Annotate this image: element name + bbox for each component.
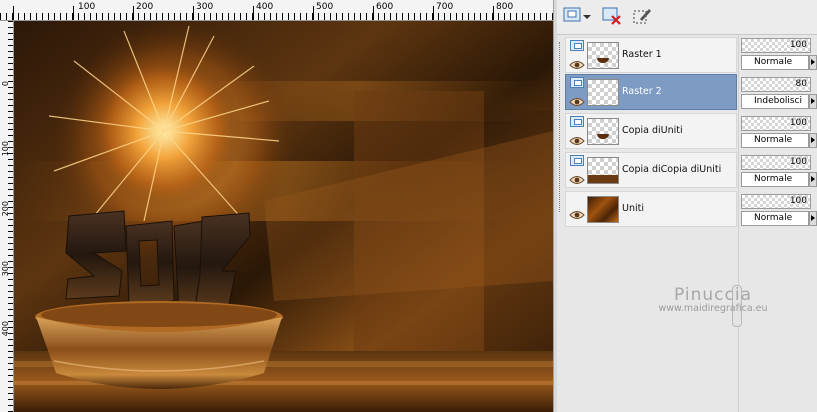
- opacity-value: 80: [795, 79, 807, 89]
- new-layer-icon[interactable]: [562, 5, 584, 27]
- layer-name: Copia diUniti: [622, 125, 683, 136]
- blend-mode-select[interactable]: Normale: [741, 172, 809, 187]
- blend-mode-select[interactable]: Normale: [741, 55, 809, 70]
- edit-icon[interactable]: [631, 5, 653, 27]
- dropdown-arrow-icon[interactable]: [809, 172, 817, 187]
- layer-row-raster-1[interactable]: Raster 1: [565, 37, 737, 73]
- blend-mode-select[interactable]: Normale: [741, 211, 809, 226]
- dropdown-arrow-icon[interactable]: [809, 211, 817, 226]
- layer-props-uniti: 100 Normale: [741, 194, 817, 230]
- ruler-label: 200: [1, 201, 10, 217]
- canvas-artwork[interactable]: [14, 21, 553, 412]
- layer-name: Uniti: [622, 203, 644, 214]
- layers-palette: Raster 1 Raster 2 Copia diUniti Copia di…: [557, 0, 817, 412]
- ruler-label: 0: [1, 81, 10, 87]
- artwork-illustration: [14, 21, 553, 412]
- layer-name: Raster 1: [622, 49, 662, 60]
- ruler-label: 600: [376, 2, 394, 12]
- opacity-slider[interactable]: 100: [741, 38, 811, 53]
- eye-icon[interactable]: [569, 55, 585, 69]
- opacity-value: 100: [789, 157, 807, 167]
- layer-type-icon: [570, 40, 584, 51]
- chevron-down-icon[interactable]: [582, 5, 592, 27]
- layer-row-copia-dicopia-diuniti[interactable]: Copia diCopia diUniti: [565, 152, 737, 188]
- eye-icon[interactable]: [569, 170, 585, 184]
- ground-strip: [588, 175, 618, 183]
- eye-icon[interactable]: [569, 131, 585, 145]
- ruler-label: 300: [1, 261, 10, 277]
- layer-props-raster-2: 80 Indebolisci: [741, 77, 817, 113]
- blend-mode-value: Normale: [754, 213, 793, 223]
- layer-thumbnail: [587, 79, 619, 106]
- layer-properties-column: 100 Normale 80 Indebolisci 100 Normale 1…: [738, 35, 817, 412]
- layer-type-icon: [570, 77, 584, 88]
- ruler-label: 400: [256, 2, 274, 12]
- layer-props-copia-dicopia-diuniti: 100 Normale: [741, 155, 817, 191]
- ruler-label: 800: [496, 2, 514, 12]
- dropdown-arrow-icon[interactable]: [809, 55, 817, 70]
- dropdown-arrow-icon[interactable]: [809, 133, 817, 148]
- blend-mode-select[interactable]: Indebolisci: [741, 94, 809, 109]
- opacity-slider[interactable]: 100: [741, 116, 811, 131]
- vertical-ruler: 0 100 200 300 400: [0, 21, 14, 412]
- ruler-label: 100: [1, 141, 10, 157]
- delete-layer-icon[interactable]: [601, 5, 623, 27]
- blend-mode-value: Normale: [754, 57, 793, 67]
- year-digits: [65, 210, 251, 314]
- ruler-label: 100: [78, 2, 96, 12]
- layer-name: Raster 2: [622, 86, 662, 97]
- ruler-label: 700: [436, 2, 454, 12]
- cup-icon: [597, 58, 609, 63]
- eye-icon[interactable]: [569, 92, 585, 106]
- layer-thumbnail: [587, 196, 619, 223]
- layer-props-copia-diuniti: 100 Normale: [741, 116, 817, 152]
- dropdown-arrow-icon[interactable]: [809, 94, 817, 109]
- blend-mode-value: Indebolisci: [754, 96, 802, 106]
- opacity-value: 100: [789, 196, 807, 206]
- layer-type-icon: [570, 155, 584, 166]
- ruler-label: 200: [136, 2, 154, 12]
- ruler-ticks: [8, 21, 13, 412]
- blend-mode-value: Normale: [754, 135, 793, 145]
- ruler-label: 400: [1, 321, 10, 337]
- watermark-url: www.maidiregrafica.eu: [658, 303, 768, 314]
- opacity-slider[interactable]: 100: [741, 194, 811, 209]
- layer-thumbnail: [587, 42, 619, 69]
- layer-row-uniti[interactable]: Uniti: [565, 191, 737, 227]
- horizontal-ruler: 100 200 300 400 500 600 700 800: [0, 0, 553, 21]
- layer-row-raster-2[interactable]: Raster 2: [565, 74, 737, 110]
- watermark: Pinuccia www.maidiregrafica.eu: [648, 285, 778, 314]
- blend-mode-value: Normale: [754, 174, 793, 184]
- layer-thumbnail: [587, 157, 619, 184]
- ruler-label: 500: [316, 2, 334, 12]
- eye-icon[interactable]: [569, 205, 585, 219]
- layer-type-icon: [570, 116, 584, 127]
- layer-name: Copia diCopia diUniti: [622, 164, 722, 175]
- layer-thumbnail: [587, 118, 619, 145]
- palette-toolbar: [557, 0, 817, 35]
- ruler-label: 300: [196, 2, 214, 12]
- opacity-slider[interactable]: 80: [741, 77, 811, 92]
- cup-icon: [597, 134, 609, 139]
- opacity-value: 100: [789, 40, 807, 50]
- opacity-value: 100: [789, 118, 807, 128]
- layer-props-raster-1: 100 Normale: [741, 38, 817, 74]
- watermark-name: Pinuccia: [674, 285, 752, 305]
- layer-row-copia-diuniti[interactable]: Copia diUniti: [565, 113, 737, 149]
- blend-mode-select[interactable]: Normale: [741, 133, 809, 148]
- opacity-slider[interactable]: 100: [741, 155, 811, 170]
